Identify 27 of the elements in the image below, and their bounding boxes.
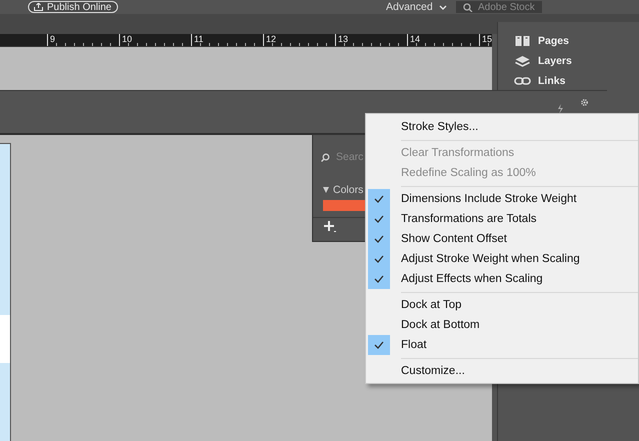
menu-item[interactable]: Adjust Effects when Scaling <box>368 269 638 289</box>
menu-item[interactable]: Dock at Bottom <box>368 315 638 335</box>
color-group[interactable]: Colors <box>323 184 364 196</box>
menu-item[interactable]: Stroke Styles... <box>368 117 638 137</box>
menu-item[interactable]: Dock at Top <box>368 295 638 315</box>
menu-item[interactable]: Adjust Stroke Weight when Scaling <box>368 249 638 269</box>
panel-tab[interactable]: Pages <box>498 34 639 48</box>
menu-item[interactable]: Show Content Offset <box>368 229 638 249</box>
pages-icon <box>514 35 531 47</box>
upload-icon <box>34 3 43 11</box>
layers-icon <box>514 54 531 68</box>
chevron-down-icon <box>438 5 447 10</box>
chain-link-icon <box>514 76 531 86</box>
plus-icon[interactable] <box>324 221 336 233</box>
menu-item[interactable]: Float <box>368 335 638 355</box>
panel-tab[interactable]: Links <box>498 74 639 88</box>
publish-online-button[interactable]: Publish Online <box>28 1 118 13</box>
menu-item[interactable]: Dimensions Include Stroke Weight <box>368 189 638 209</box>
search-icon <box>321 152 330 162</box>
lightning-icon[interactable] <box>557 104 564 114</box>
panel-tab[interactable]: Layers <box>498 54 639 68</box>
stock-search-field[interactable]: Adobe Stock <box>456 1 542 13</box>
menu-item[interactable]: Transformations are Totals <box>368 209 638 229</box>
search-icon <box>463 3 474 12</box>
settings-icon[interactable] <box>580 98 589 107</box>
menu-item[interactable]: Customize... <box>368 361 638 381</box>
workspace-menu[interactable]: Advanced <box>386 2 447 13</box>
